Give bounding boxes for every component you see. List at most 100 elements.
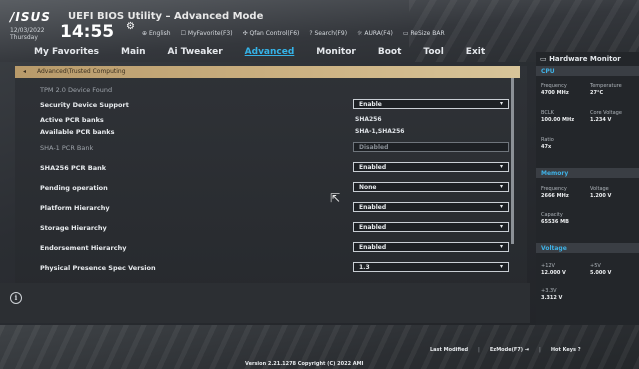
window-title: UEFI BIOS Utility – Advanced Mode [68,11,264,22]
clock-time: 14:55 [60,22,115,42]
top-toolbar: ⊕ English ☐ MyFavorite(F3) ✣ Qfan Contro… [142,30,445,37]
breadcrumb-text: Advanced\Trusted Computing [37,68,126,75]
ezmode-button[interactable]: EzMode(F7) ⇥ [490,347,529,353]
active-pcr-value: SHA256 [355,116,382,123]
setting-label-security-device: Security Device Support [40,101,129,109]
ezmode-label: EzMode(F7) [489,347,524,353]
pending-operation-select[interactable]: None ▾ [353,182,509,192]
core-voltage-value: 1.234 V [590,117,612,123]
endorsement-hierarchy-select[interactable]: Enabled ▾ [353,242,509,252]
available-pcr-value: SHA-1,SHA256 [355,128,405,135]
memory-section-header: Memory [536,168,639,178]
myfavorite-button[interactable]: ☐ MyFavorite(F3) [181,30,233,37]
ratio-label: Ratio [541,137,554,143]
chevron-down-icon: ▾ [499,183,503,190]
search-button[interactable]: ? Search(F9) [309,30,347,37]
last-modified-button[interactable]: Last Modified [430,347,468,353]
pending-operation-value: None [359,184,377,191]
mem-capacity-label: Capacity [541,212,563,218]
setting-label-storage-hierarchy: Storage Hierarchy [40,224,107,232]
cpu-temperature-label: Temperature [590,83,622,89]
tab-monitor[interactable]: Monitor [316,47,356,57]
settings-panel: ◂ Advanced\Trusted Computing TPM 2.0 Dev… [15,66,527,296]
help-area [0,283,530,323]
footer-keys: Last Modified | EzMode(F7) ⇥ | Hot Keys … [430,347,581,353]
sha256-bank-select[interactable]: Enabled ▾ [353,162,509,172]
myfavorite-label: MyFavorite(F3) [187,30,233,37]
weekday-text: Thursday [10,34,38,41]
setting-label-sha1-bank: SHA-1 PCR Bank [40,144,94,152]
setting-label-platform-hierarchy: Platform Hierarchy [40,204,110,212]
info-icon: i [10,292,22,304]
security-device-select[interactable]: Enable ▾ [353,99,509,109]
bclk-value: 100.00 MHz [541,117,575,123]
language-label: English [148,30,171,37]
mem-frequency-label: Frequency [541,186,567,192]
storage-hierarchy-select[interactable]: Enabled ▾ [353,222,509,232]
tab-tool[interactable]: Tool [423,47,443,57]
settings-scrollbar[interactable] [511,78,514,244]
platform-hierarchy-select[interactable]: Enabled ▾ [353,202,509,212]
cpu-section-header: CPU [536,66,639,76]
sha256-bank-value: Enabled [359,164,387,171]
qfan-label: Qfan Control(F6) [249,30,300,37]
mem-frequency-value: 2666 MHz [541,193,569,199]
back-arrow-icon[interactable]: ◂ [23,68,26,75]
help-key-icon: ? [577,347,581,353]
pp-spec-version-select[interactable]: 1.3 ▾ [353,262,509,272]
tab-my-favorites[interactable]: My Favorites [34,47,99,57]
mem-capacity-value: 65536 MB [541,219,569,225]
v5-value: 5.000 V [590,270,612,276]
tab-ai-tweaker[interactable]: Ai Tweaker [168,47,223,57]
security-device-value: Enable [359,101,382,108]
chevron-down-icon: ▾ [499,263,503,270]
chevron-down-icon: ▾ [499,243,503,250]
endorsement-hierarchy-value: Enabled [359,244,387,251]
setting-label-available-pcr: Available PCR banks [40,128,115,136]
hotkeys-label: Hot Keys [550,347,576,353]
v12-label: +12V [541,263,555,269]
asus-logo: /ISUS [10,10,51,24]
tab-main[interactable]: Main [121,47,146,57]
aura-button[interactable]: ☼ AURA(F4) [357,30,393,37]
date-display: 12/03/2022 Thursday [10,27,56,41]
divider: | [478,347,480,353]
divider: | [539,347,541,353]
qfan-button[interactable]: ✣ Qfan Control(F6) [243,30,300,37]
setting-label-endorsement-hierarchy: Endorsement Hierarchy [40,244,127,252]
hardware-monitor-title: ▭ Hardware Monitor [540,55,621,63]
setting-label-active-pcr: Active PCR banks [40,116,104,124]
setting-label-sha256-bank: SHA256 PCR Bank [40,164,107,172]
hotkeys-button[interactable]: Hot Keys ? [551,347,581,353]
sha1-bank-select: Disabled [353,142,509,152]
mouse-pointer-icon: ⇱ [330,191,341,205]
storage-hierarchy-value: Enabled [359,224,387,231]
language-button[interactable]: ⊕ English [142,30,171,37]
tab-boot[interactable]: Boot [378,47,402,57]
resize-bar-button[interactable]: ▭ ReSize BAR [403,30,445,37]
bios-screen: /ISUS UEFI BIOS Utility – Advanced Mode … [0,0,639,369]
gear-icon[interactable]: ⚙ [126,21,135,32]
cpu-temperature-value: 27°C [590,90,604,96]
aura-label: AURA(F4) [364,30,393,37]
setting-label-tpm-found: TPM 2.0 Device Found [40,86,113,94]
ratio-value: 47x [541,144,552,150]
main-nav: My Favorites Main Ai Tweaker Advanced Mo… [34,47,507,57]
voltage-section-header: Voltage [536,243,639,253]
v33-value: 3.312 V [541,295,563,301]
cpu-frequency-label: Frequency [541,83,567,89]
date-text: 12/03/2022 [10,27,45,34]
chevron-down-icon: ▾ [499,163,503,170]
core-voltage-label: Core Voltage [590,110,622,116]
breadcrumb[interactable]: ◂ Advanced\Trusted Computing [15,66,520,78]
v33-label: +3.3V [541,288,557,294]
cpu-frequency-value: 4700 MHz [541,90,569,96]
setting-label-pp-spec-version: Physical Presence Spec Version [40,264,156,272]
chevron-down-icon: ▾ [499,203,503,210]
resize-bar-label: ReSize BAR [410,30,445,37]
exit-arrow-icon: ⇥ [524,347,529,353]
tab-advanced[interactable]: Advanced [245,47,295,57]
tab-exit[interactable]: Exit [466,47,485,57]
mem-voltage-value: 1.200 V [590,193,612,199]
version-text: Version 2.21.1278 Copyright (C) 2022 AMI [245,361,364,367]
